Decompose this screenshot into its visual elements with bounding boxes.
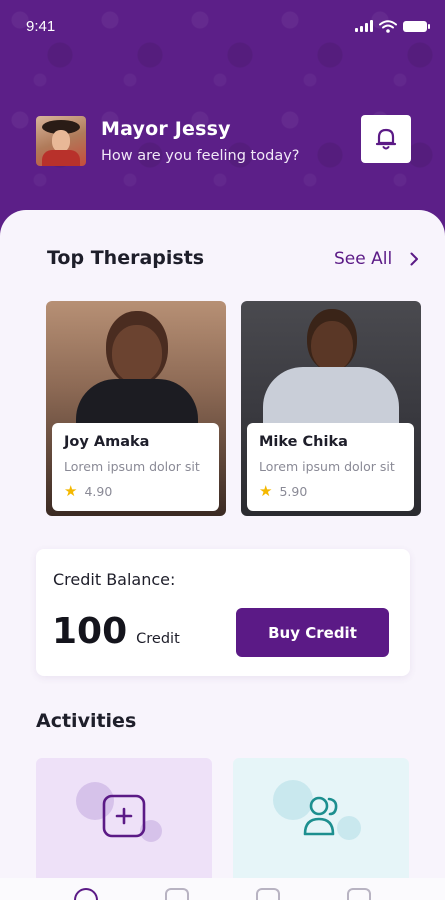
credit-value: 100 (52, 611, 128, 652)
battery-icon (403, 20, 430, 32)
therapist-name: Mike Chika (259, 434, 348, 450)
therapist-rating: ★ 4.90 (64, 482, 207, 500)
status-icons (355, 19, 430, 33)
therapist-info: Joy Amaka Lorem ipsum dolor sit ★ 4.90 (52, 423, 219, 511)
credit-label: Credit Balance: (53, 570, 176, 589)
credit-unit: Credit (136, 631, 180, 647)
chevron-right-icon (410, 252, 419, 266)
notification-button[interactable] (361, 115, 411, 163)
tab-profile-icon[interactable] (347, 888, 372, 900)
see-all-label: See All (334, 249, 393, 269)
greeting: Mayor Jessy How are you feeling today? (101, 118, 299, 164)
section-title-activities: Activities (36, 710, 137, 732)
main-sheet: Top Therapists See All Joy Amaka Lorem i… (0, 210, 445, 900)
tab-home-icon[interactable] (73, 888, 98, 900)
rating-value: 4.90 (84, 483, 113, 499)
therapist-info: Mike Chika Lorem ipsum dolor sit ★ 5.90 (247, 423, 414, 511)
header: 9:41 Mayor Jessy How are you feeling tod… (0, 0, 445, 240)
rating-value: 5.90 (279, 483, 308, 499)
star-icon: ★ (64, 482, 78, 500)
greeting-text: How are you feeling today? (101, 148, 300, 164)
activity-card[interactable] (233, 758, 409, 888)
buy-credit-button[interactable]: Buy Credit (236, 608, 389, 657)
status-bar: 9:41 (26, 14, 430, 38)
therapist-description: Lorem ipsum dolor sit (64, 459, 200, 474)
add-square-icon (102, 794, 146, 838)
therapist-rating: ★ 5.90 (259, 482, 402, 500)
profile: Mayor Jessy How are you feeling today? (36, 116, 299, 166)
tab-chat-icon[interactable] (164, 888, 189, 900)
avatar[interactable] (36, 116, 86, 166)
see-all-link[interactable]: See All (334, 249, 419, 269)
credit-amount: 100 Credit (52, 611, 180, 652)
wifi-icon (379, 19, 397, 33)
therapist-name: Joy Amaka (64, 434, 150, 450)
therapist-card[interactable]: Joy Amaka Lorem ipsum dolor sit ★ 4.90 (46, 301, 226, 516)
status-time: 9:41 (26, 17, 56, 35)
therapist-card[interactable]: Mike Chika Lorem ipsum dolor sit ★ 5.90 (241, 301, 421, 516)
activity-card[interactable] (36, 758, 212, 888)
section-title-therapists: Top Therapists (47, 247, 205, 269)
bottom-tab-bar (0, 878, 445, 900)
bell-icon (375, 128, 397, 150)
credit-balance-card: Credit Balance: 100 Credit Buy Credit (36, 549, 410, 676)
tab-calendar-icon[interactable] (256, 888, 281, 900)
signal-icon (355, 20, 373, 32)
users-icon (303, 796, 338, 836)
user-name: Mayor Jessy (101, 118, 231, 140)
star-icon: ★ (259, 482, 273, 500)
therapist-description: Lorem ipsum dolor sit (259, 459, 395, 474)
